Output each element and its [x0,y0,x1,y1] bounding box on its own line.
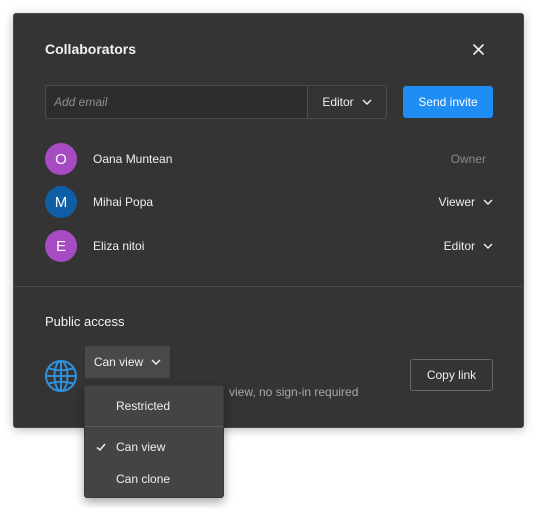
menu-item-can-clone[interactable]: Can clone [85,467,223,491]
avatar: E [45,230,77,262]
collaborator-role: Owner [450,152,486,166]
collaborator-name: Oana Muntean [93,152,173,166]
menu-item-label: Restricted [116,399,171,413]
email-input[interactable] [45,85,307,119]
collaborators-dialog: Collaborators Editor Send invite O Oana … [13,13,524,428]
checkmark-icon [96,443,106,452]
chevron-down-icon [483,199,493,205]
menu-item-label: Can view [116,440,166,454]
collaborator-name: Mihai Popa [93,195,154,209]
avatar: M [45,186,77,218]
chevron-down-icon [483,243,493,249]
public-access-description: view, no sign-in required [229,385,359,399]
section-divider [14,286,523,287]
public-access-select[interactable]: Can view [85,346,170,378]
access-dropdown-menu: Restricted Can view Can clone [84,385,224,498]
invite-role-label: Editor [322,95,354,109]
send-invite-button[interactable]: Send invite [403,86,493,118]
close-icon [472,43,484,55]
collaborator-row: O Oana Muntean Owner [45,143,493,175]
collaborator-name: Eliza nitoi [93,239,145,253]
menu-item-restricted[interactable]: Restricted [85,394,223,418]
chevron-down-icon [151,359,161,365]
dialog-title: Collaborators [45,41,137,57]
collaborator-role-select[interactable]: Editor [444,239,493,253]
chevron-down-icon [362,99,372,105]
invite-role-select[interactable]: Editor [307,85,387,119]
collaborator-role-label: Viewer [438,195,475,209]
collaborator-role-label: Editor [443,239,475,253]
menu-item-label: Can clone [116,472,171,486]
menu-divider [85,426,223,427]
collaborator-role-select[interactable]: Viewer [439,195,493,209]
avatar: O [45,143,77,175]
collaborator-row: M Mihai Popa Viewer [45,186,493,218]
public-access-label: Can view [93,355,144,369]
close-button[interactable] [469,40,487,58]
menu-item-can-view[interactable]: Can view [85,435,223,459]
public-access-title: Public access [45,314,125,329]
globe-icon [45,360,77,392]
collaborator-row: E Eliza nitoi Editor [45,230,493,262]
copy-link-button[interactable]: Copy link [410,359,493,391]
